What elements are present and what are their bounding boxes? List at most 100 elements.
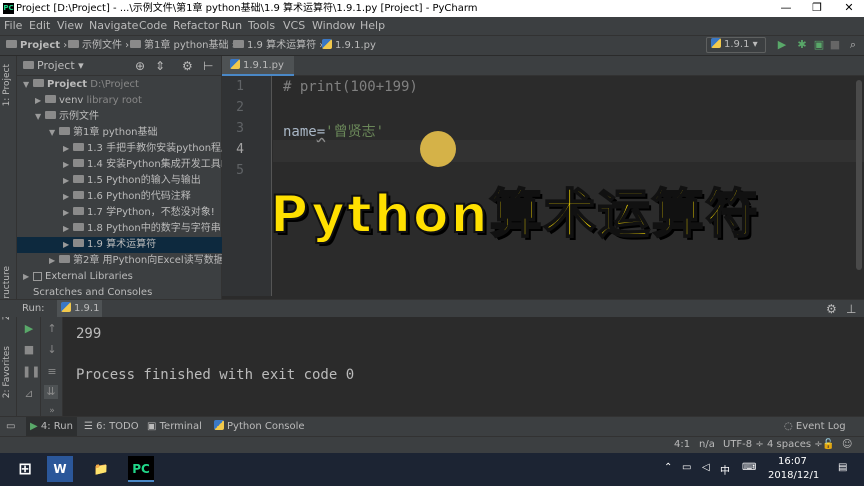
menu-tools[interactable]: Tools — [248, 17, 275, 35]
favorites-tool-button[interactable]: 2: Favorites — [2, 346, 12, 398]
stop-run-icon[interactable]: ■ — [22, 343, 36, 357]
inspector-icon[interactable]: ☺ — [842, 437, 852, 453]
word-app-icon[interactable]: W — [47, 456, 73, 482]
network-icon[interactable]: ▭ — [682, 462, 691, 473]
menu-code[interactable]: Code — [139, 17, 167, 35]
tree-item-1-3[interactable]: ▶ 1.3 手把手教你安装python程序 — [17, 141, 231, 157]
todo-icon: ☰ — [84, 421, 93, 432]
tab-1-9-1-py[interactable]: 1.9.1.py × — [222, 56, 294, 91]
scroll-down-icon[interactable]: ↓ — [45, 343, 59, 357]
maximize-button[interactable]: ❐ — [802, 0, 832, 17]
tab-todo[interactable]: ☰ 6: TODO — [84, 417, 139, 437]
pause-icon[interactable]: ❚❚ — [22, 365, 40, 379]
windows-start-icon[interactable]: ⊞ — [12, 456, 38, 482]
pycharm-taskbar-icon[interactable]: PC — [128, 456, 154, 482]
menu-file[interactable]: File — [4, 17, 22, 35]
indent-setting[interactable]: 4 spaces ÷ — [767, 437, 823, 453]
run-icon[interactable]: ▶ — [775, 38, 789, 52]
tree-item-1-8[interactable]: ▶ 1.8 Python中的数字与字符串 — [17, 221, 222, 237]
pin-icon[interactable]: ⊿ — [22, 387, 36, 401]
lock-icon[interactable]: 🔓 — [822, 437, 834, 453]
expand-arrow-icon: ▶ — [63, 224, 70, 233]
line-separator[interactable]: n/a — [699, 437, 715, 453]
tree-item-1-6[interactable]: ▶ 1.6 Python的代码注释 — [17, 189, 222, 205]
file-explorer-icon[interactable]: 📁 — [88, 456, 114, 482]
run-tab[interactable]: 1.9.1 × — [57, 300, 102, 332]
breadcrumb-section[interactable]: 1.9 算术运算符 › — [233, 36, 323, 55]
run-toolbar-secondary: ↑ ↓ ≡ ⇊ » — [41, 317, 63, 416]
project-tool-button[interactable]: 1: Project — [2, 64, 12, 106]
tree-item-1-7[interactable]: ▶ 1.7 学Python，不愁没对象! — [17, 205, 222, 221]
menu-refactor[interactable]: Refactor — [173, 17, 219, 35]
stop-icon[interactable]: ■ — [828, 38, 842, 52]
tray-chevron-icon[interactable]: ⌃ — [664, 462, 672, 473]
scroll-to-end-icon[interactable]: ⇊ — [44, 385, 58, 399]
editor-scrollbar[interactable] — [856, 80, 862, 270]
folder-icon — [130, 40, 141, 48]
expand-arrow-icon: ▶ — [35, 96, 42, 105]
toggle-tool-windows-icon[interactable]: ▭ — [6, 417, 15, 437]
taskbar-time[interactable]: 16:07 — [778, 456, 807, 467]
folder-icon — [6, 40, 17, 48]
volume-icon[interactable]: ◁ — [702, 462, 710, 473]
run-console[interactable]: 299 Process finished with exit code 0 — [63, 317, 864, 416]
menu-edit[interactable]: Edit — [29, 17, 50, 35]
menu-bar: File Edit View Navigate Code Refactor Ru… — [0, 17, 864, 35]
video-title-banner: Python算术运算符 — [269, 184, 760, 246]
settings-gear-icon[interactable]: ⚙ — [182, 56, 193, 76]
breadcrumb-project[interactable]: Project › — [6, 36, 67, 55]
breadcrumb-folder[interactable]: 示例文件 › — [68, 36, 129, 55]
tree-item-1-5[interactable]: ▶ 1.5 Python的输入与输出 — [17, 173, 222, 189]
tree-item-scratches[interactable]: Scratches and Consoles — [17, 285, 222, 299]
folder-icon — [33, 79, 44, 87]
event-log-button[interactable]: ◌ Event Log — [784, 417, 846, 437]
taskbar-date[interactable]: 2018/12/1 — [768, 470, 819, 481]
tree-item-external-libraries[interactable]: ▶ External Libraries — [17, 269, 222, 285]
menu-run[interactable]: Run — [221, 17, 242, 35]
event-log-icon: ◌ — [784, 421, 793, 432]
close-button[interactable]: ✕ — [834, 0, 864, 17]
tree-item-project-root[interactable]: ▼ Project D:\Project — [17, 77, 222, 93]
tab-run[interactable]: ▶ 4: Run — [26, 417, 77, 437]
debug-icon[interactable]: ✱ — [795, 38, 809, 52]
locate-icon[interactable]: ⊕ — [135, 56, 145, 76]
tab-terminal[interactable]: ▣ Terminal — [147, 417, 202, 437]
tree-item-1-9-selected[interactable]: ▶ 1.9 算术运算符 — [17, 237, 222, 253]
breadcrumb-chapter[interactable]: 第1章 python基础 › — [130, 36, 236, 55]
menu-navigate[interactable]: Navigate — [89, 17, 138, 35]
folder-icon — [73, 191, 84, 199]
run-settings-gear-icon[interactable]: ⚙ — [826, 300, 837, 318]
notifications-icon[interactable]: ▤ — [838, 462, 847, 473]
coverage-icon[interactable]: ▣ — [812, 38, 826, 52]
minimize-button[interactable]: — — [771, 0, 801, 17]
windows-taskbar: ⊞ W 📁 PC ⌃ ▭ ◁ 中 ⌨ 16:07 2018/12/1 ▤ — [0, 453, 864, 486]
hide-run-panel-icon[interactable]: ⊥ — [846, 300, 856, 318]
tree-item-examples[interactable]: ▼ 示例文件 — [17, 109, 222, 125]
rerun-icon[interactable]: ▶ — [22, 322, 36, 336]
menu-vcs[interactable]: VCS — [283, 17, 305, 35]
expand-arrow-icon: ▶ — [63, 176, 70, 185]
tab-python-console[interactable]: Python Console — [214, 417, 305, 437]
file-encoding[interactable]: UTF-8 ÷ — [723, 437, 764, 453]
search-icon[interactable]: ⌕ — [846, 38, 860, 52]
tree-item-chapter1[interactable]: ▼ 第1章 python基础 — [17, 125, 222, 141]
hide-panel-icon[interactable]: ⊢ — [203, 56, 213, 76]
tree-item-1-4[interactable]: ▶ 1.4 安装Python集成开发工具PyC — [17, 157, 240, 173]
expand-arrow-icon: ▶ — [63, 192, 70, 201]
tree-item-venv[interactable]: ▶ venv library root — [17, 93, 222, 109]
python-file-icon — [711, 38, 721, 48]
breadcrumb-file[interactable]: 1.9.1.py — [322, 36, 376, 55]
tree-item-chapter2[interactable]: ▶ 第2章 用Python向Excel读写数据 — [17, 253, 224, 269]
caret-position[interactable]: 4:1 — [674, 437, 690, 453]
soft-wrap-icon[interactable]: ≡ — [45, 365, 59, 379]
run-configuration-select[interactable]: 1.9.1 ▾ — [706, 37, 766, 53]
menu-view[interactable]: View — [57, 17, 83, 35]
menu-window[interactable]: Window — [312, 17, 355, 35]
menu-help[interactable]: Help — [360, 17, 385, 35]
line-number: 3 — [236, 121, 244, 136]
keyboard-icon[interactable]: ⌨ — [742, 462, 756, 473]
collapse-icon[interactable]: ⇕ — [155, 56, 165, 76]
project-panel-title[interactable]: Project ▾ — [23, 56, 84, 76]
scroll-up-icon[interactable]: ↑ — [45, 322, 59, 336]
ime-indicator[interactable]: 中 — [720, 462, 730, 477]
